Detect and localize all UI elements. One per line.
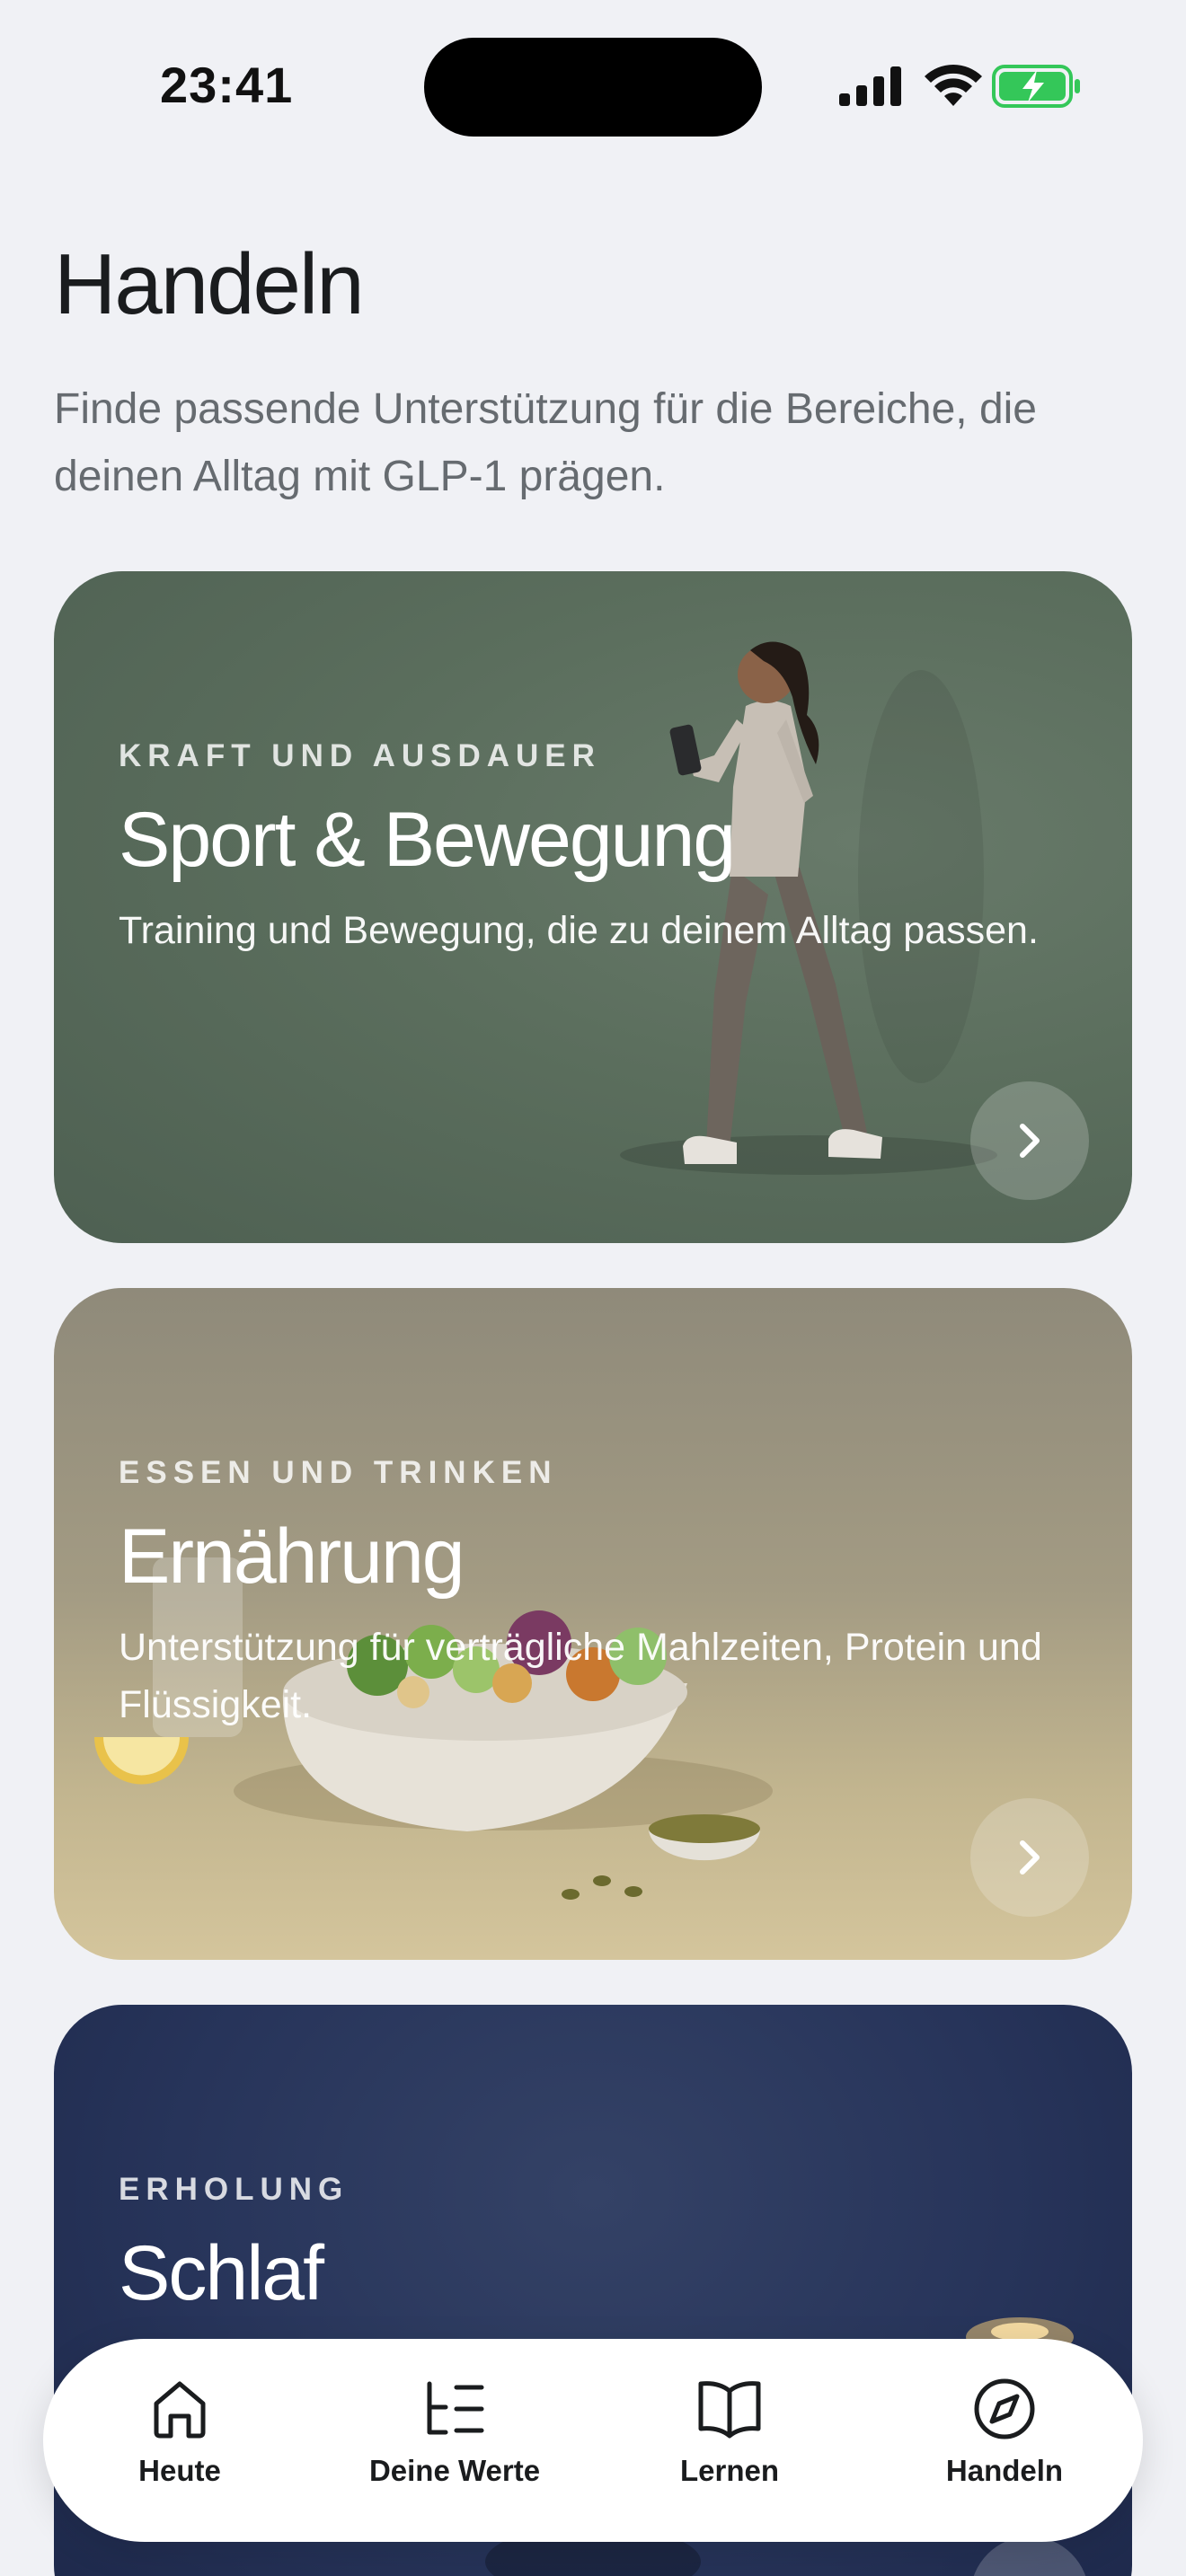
wifi-icon (925, 65, 982, 106)
tab-label: Handeln (945, 2454, 1064, 2487)
card-description: Training und Bewegung, die zu deinem All… (119, 909, 1039, 952)
card-title: Ernährung (119, 1513, 465, 1600)
status-bar: 23:41 (0, 0, 1186, 171)
card-title: Sport & Bewegung (119, 797, 736, 883)
card-arrow-button[interactable] (970, 1798, 1089, 1917)
tab-handeln[interactable]: Handeln (897, 2375, 1112, 2510)
handeln-screen: 23:41 Handeln Finde passende Unterstützu… (0, 0, 1186, 2576)
chevron-right-icon (1020, 1840, 1040, 1875)
book-icon (698, 2381, 761, 2439)
tab-lernen[interactable]: Lernen (622, 2375, 837, 2510)
tab-label: Deine Werte (368, 2454, 541, 2487)
card-ernaehrung[interactable]: ESSEN UND TRINKEN Ernährung Unterstützun… (54, 1288, 1132, 1960)
card-eyebrow: KRAFT UND AUSDAUER (119, 738, 601, 773)
status-icons (839, 61, 1082, 115)
signal-icon (839, 66, 901, 106)
chevron-right-icon (1006, 2572, 1053, 2576)
card-arrow-button[interactable] (970, 1081, 1089, 1200)
page-title: Handeln (54, 236, 365, 332)
chevron-right-icon (1020, 1124, 1040, 1158)
list-icon (427, 2381, 484, 2435)
status-time: 23:41 (160, 57, 294, 113)
tab-label: Lernen (679, 2454, 780, 2487)
tab-deine-werte[interactable]: Deine Werte (347, 2375, 562, 2510)
card-eyebrow: ERHOLUNG (119, 2172, 350, 2207)
card-eyebrow: ESSEN UND TRINKEN (119, 1455, 558, 1490)
tab-bar: Heute Deine Werte Lernen Handeln (43, 2339, 1143, 2542)
compass-icon (974, 2378, 1035, 2439)
card-sport-bewegung[interactable]: KRAFT UND AUSDAUER Sport & Bewegung Trai… (54, 571, 1132, 1243)
tab-label: Heute (138, 2454, 221, 2487)
card-description: Unterstützung für verträgliche Mahlzeite… (119, 1626, 1042, 1726)
dynamic-island (424, 38, 762, 137)
battery-charging-icon (992, 65, 1080, 108)
home-icon (154, 2381, 206, 2439)
page-subtitle: Finde passende Unterstützung für die Ber… (54, 385, 1037, 500)
card-title: Schlaf (119, 2230, 324, 2316)
tab-heute[interactable]: Heute (72, 2375, 288, 2510)
